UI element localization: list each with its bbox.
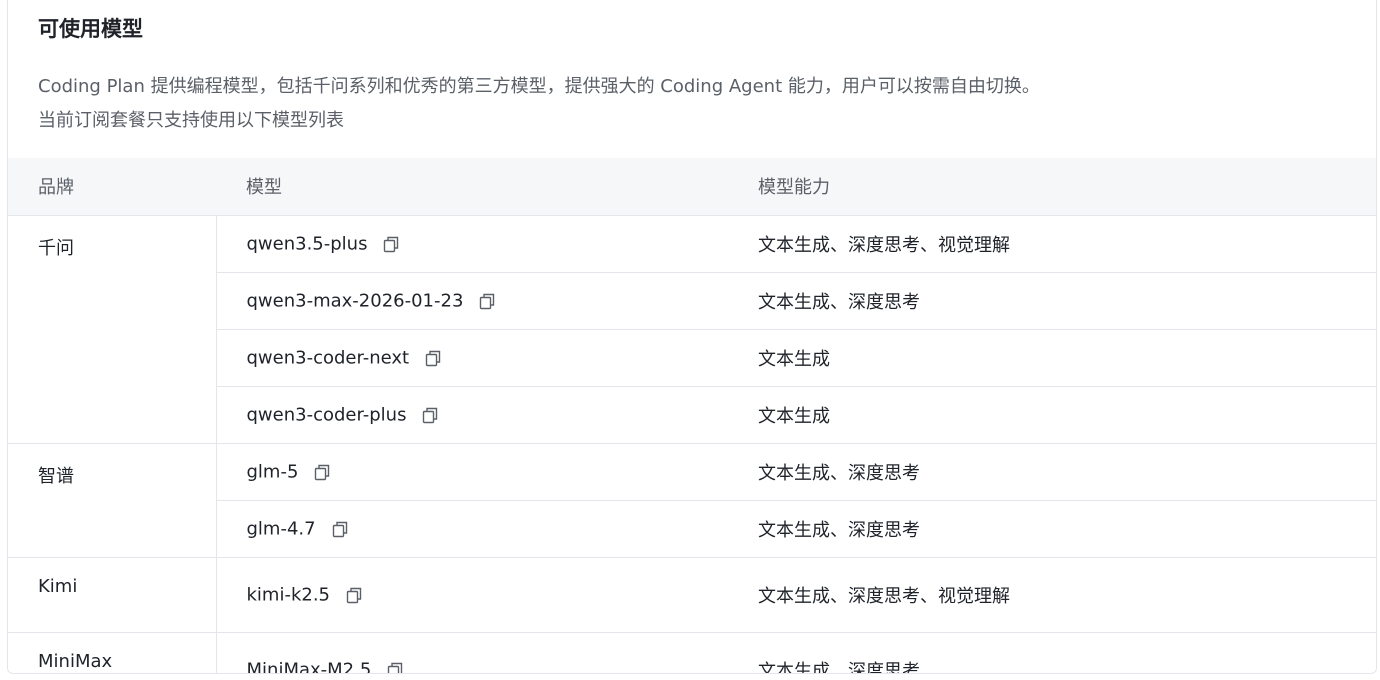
table-row: 千问 qwen3.5-plus 文本生成、深度思考、视觉理解	[8, 215, 1376, 444]
header-brand: 品牌	[8, 158, 216, 216]
capability-cell: 文本生成、深度思考、视觉理解	[728, 557, 1376, 633]
model-name: MiniMax-M2.5	[246, 659, 372, 674]
model-cell: glm-4.7	[216, 500, 728, 558]
description-line-1: Coding Plan 提供编程模型，包括千问系列和优秀的第三方模型，提供强大的…	[38, 76, 1040, 97]
copy-icon[interactable]	[420, 405, 440, 425]
table-header-row: 品牌 模型 模型能力	[8, 158, 1376, 216]
model-cell: kimi-k2.5	[216, 557, 728, 633]
copy-icon[interactable]	[477, 291, 497, 311]
table-row: Kimi kimi-k2.5 文本生成、深度思考、视觉理解	[8, 557, 1376, 633]
model-cell: qwen3-coder-plus	[216, 386, 728, 444]
table-body: 千问 qwen3.5-plus 文本生成、深度思考、视觉理解 qwen3-max-20…	[8, 215, 1376, 674]
brand-cell: 千问	[8, 215, 217, 444]
model-cell: MiniMax-M2.5	[216, 632, 728, 674]
models-table: 品牌 模型 模型能力 千问 qwen3.5-plus 文本生成、深度思考、视觉理解 q…	[8, 158, 1376, 674]
copy-icon[interactable]	[385, 660, 405, 673]
model-name: qwen3.5-plus	[246, 233, 368, 255]
table-row: MiniMax MiniMax-M2.5 文本生成、深度思考	[8, 632, 1376, 674]
model-name: kimi-k2.5	[246, 584, 331, 606]
brand-cell: Kimi	[8, 557, 217, 633]
section-description: Coding Plan 提供编程模型，包括千问系列和优秀的第三方模型，提供强大的…	[38, 70, 1040, 138]
model-cell: qwen3.5-plus	[216, 215, 728, 273]
brand-cell: MiniMax	[8, 632, 217, 673]
models-card: 可使用模型 Coding Plan 提供编程模型，包括千问系列和优秀的第三方模型…	[7, 0, 1377, 674]
copy-icon[interactable]	[344, 585, 364, 605]
model-name: qwen3-coder-plus	[246, 404, 407, 426]
capability-cell: 文本生成、深度思考	[728, 272, 1376, 330]
description-line-2: 当前订阅套餐只支持使用以下模型列表	[38, 110, 344, 131]
copy-icon[interactable]	[381, 234, 401, 254]
capability-cell: 文本生成	[728, 386, 1376, 444]
header-capability: 模型能力	[728, 158, 1376, 216]
table-row: 智谱 glm-5 文本生成、深度思考	[8, 443, 1376, 558]
header-model: 模型	[216, 158, 728, 216]
copy-icon[interactable]	[423, 348, 443, 368]
model-cell: glm-5	[216, 443, 728, 501]
model-cell: qwen3-max-2026-01-23	[216, 272, 728, 330]
capability-cell: 文本生成、深度思考、视觉理解	[728, 215, 1376, 273]
model-name: glm-4.7	[246, 518, 316, 540]
model-name: qwen3-coder-next	[246, 347, 410, 369]
model-name: glm-5	[246, 461, 299, 483]
capability-cell: 文本生成、深度思考	[728, 632, 1376, 673]
brand-cell: 智谱	[8, 443, 217, 558]
model-cell: qwen3-coder-next	[216, 329, 728, 387]
section-title: 可使用模型	[38, 17, 143, 41]
capability-cell: 文本生成、深度思考	[728, 500, 1376, 558]
model-name: qwen3-max-2026-01-23	[246, 290, 464, 312]
copy-icon[interactable]	[312, 462, 332, 482]
capability-cell: 文本生成	[728, 329, 1376, 387]
capability-cell: 文本生成、深度思考	[728, 443, 1376, 501]
copy-icon[interactable]	[330, 519, 350, 539]
